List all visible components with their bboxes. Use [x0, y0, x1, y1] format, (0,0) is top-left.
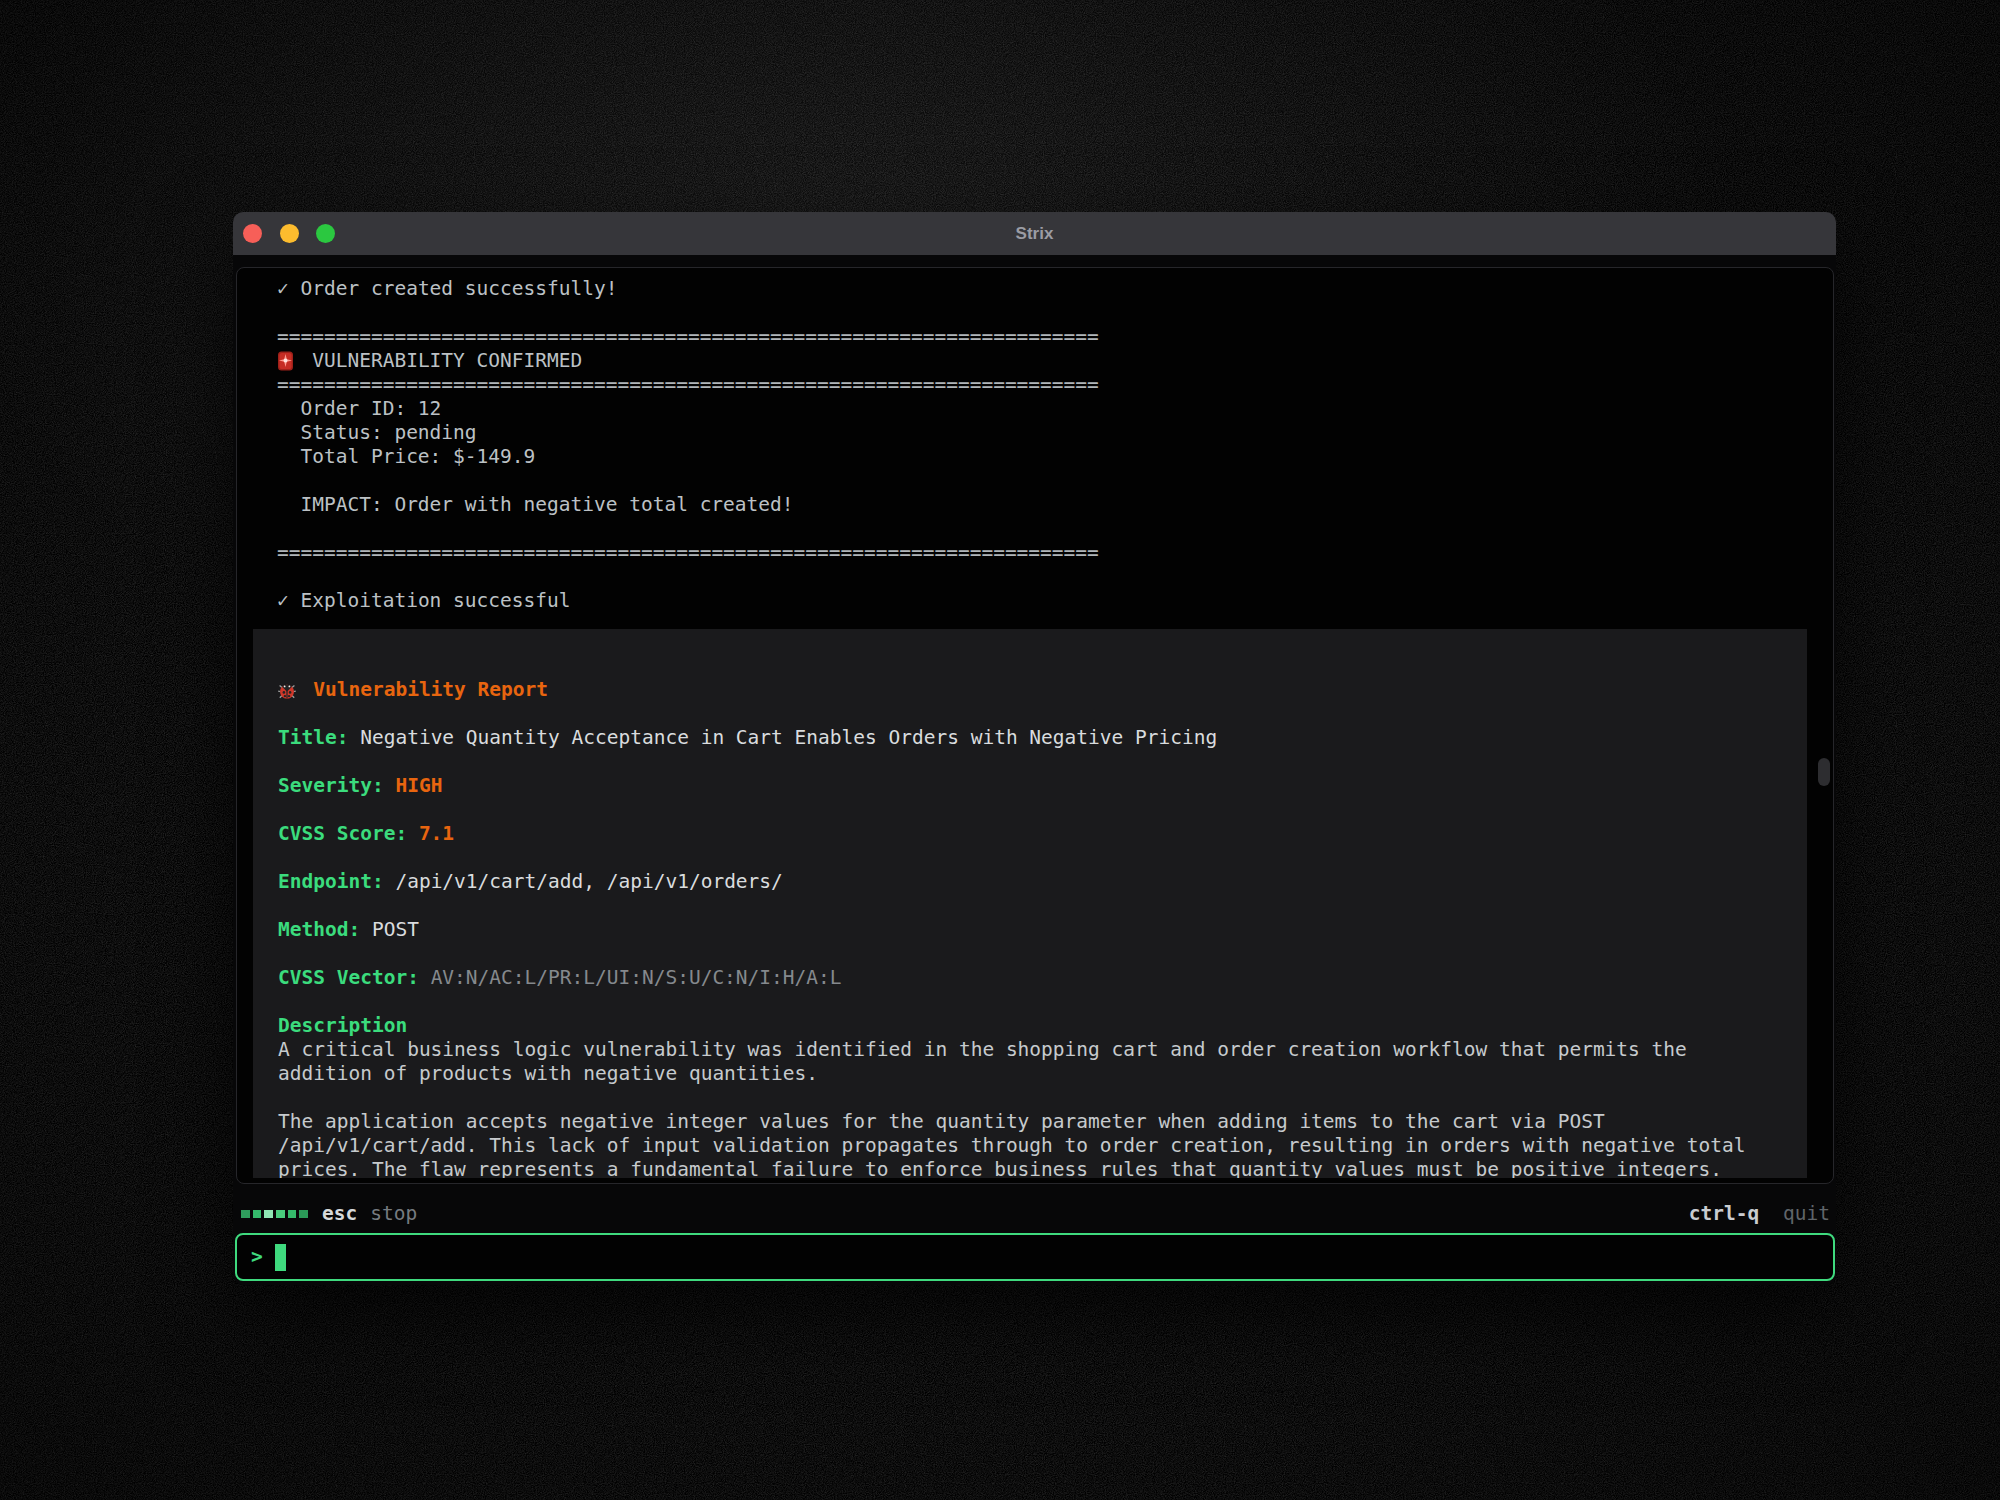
blank-line: [277, 469, 1833, 493]
blank-line: [278, 1086, 1782, 1110]
status-left: esc stop: [241, 1202, 417, 1226]
divider-line: ========================================…: [277, 541, 1833, 565]
lady-beetle-icon: [278, 678, 313, 702]
blank-line: [278, 846, 1782, 870]
report-description-heading: Description: [278, 1014, 1782, 1038]
log-order-id: Order ID: 12: [277, 397, 1833, 421]
quit-key-hint: ctrl-q: [1689, 1202, 1759, 1225]
report-heading: Vulnerability Report: [313, 678, 548, 701]
blank-line: [278, 750, 1782, 774]
status-bar: esc stop ctrl-q quit: [241, 1202, 1830, 1226]
blank-line: [278, 894, 1782, 918]
log-total-price: Total Price: $-149.9: [277, 445, 1833, 469]
quit-action-label: quit: [1783, 1202, 1830, 1225]
text-cursor: [275, 1244, 286, 1271]
report-description-paragraph: A critical business logic vulnerability …: [278, 1038, 1792, 1086]
blank-line: [277, 565, 1833, 589]
activity-spinner: [241, 1210, 308, 1219]
status-right: ctrl-q quit: [1689, 1202, 1830, 1226]
window-titlebar[interactable]: Strix: [233, 212, 1836, 255]
esc-key-hint: esc: [322, 1202, 357, 1226]
log-vuln-confirmed-line: VULNERABILITY CONFIRMED: [277, 349, 1833, 373]
report-field-severity: Severity:HIGH: [278, 774, 1782, 798]
log-exploitation: ✓ Exploitation successful: [277, 589, 1833, 613]
log-impact: IMPACT: Order with negative total create…: [277, 493, 1833, 517]
report-description-paragraph: The application accepts negative integer…: [278, 1110, 1792, 1178]
rotating-light-icon: [277, 349, 312, 373]
report-field-endpoint: Endpoint:/api/v1/cart/add, /api/v1/order…: [278, 870, 1782, 894]
terminal-output: ✓ Order created successfully! ==========…: [236, 267, 1834, 1184]
esc-action-label: stop: [370, 1202, 417, 1226]
blank-line: [278, 942, 1782, 966]
blank-line: [277, 517, 1833, 541]
divider-line: ========================================…: [277, 373, 1833, 397]
scrollbar-thumb[interactable]: [1818, 758, 1830, 786]
divider-line: ========================================…: [277, 325, 1833, 349]
blank-line: [277, 301, 1833, 325]
report-field-title: Title:Negative Quantity Acceptance in Ca…: [278, 726, 1782, 750]
log-vuln-confirmed: VULNERABILITY CONFIRMED: [312, 349, 582, 372]
input-prompt: >: [251, 1245, 263, 1269]
report-field-method: Method:POST: [278, 918, 1782, 942]
vulnerability-report-panel: Vulnerability Report Title:Negative Quan…: [253, 629, 1807, 1178]
terminal-window: Strix ✓ Order created successfully! ====…: [233, 212, 1836, 1285]
log-order-created: ✓ Order created successfully!: [277, 277, 1833, 301]
log-status: Status: pending: [277, 421, 1833, 445]
window-title: Strix: [233, 212, 1836, 255]
report-heading-line: Vulnerability Report: [278, 678, 1782, 702]
report-field-cvss-vector: CVSS Vector:AV:N/AC:L/PR:L/UI:N/S:U/C:N/…: [278, 966, 1782, 990]
report-field-cvss-score: CVSS Score:7.1: [278, 822, 1782, 846]
blank-line: [278, 990, 1782, 1014]
command-input[interactable]: >: [235, 1233, 1835, 1281]
blank-line: [278, 702, 1782, 726]
blank-line: [278, 798, 1782, 822]
